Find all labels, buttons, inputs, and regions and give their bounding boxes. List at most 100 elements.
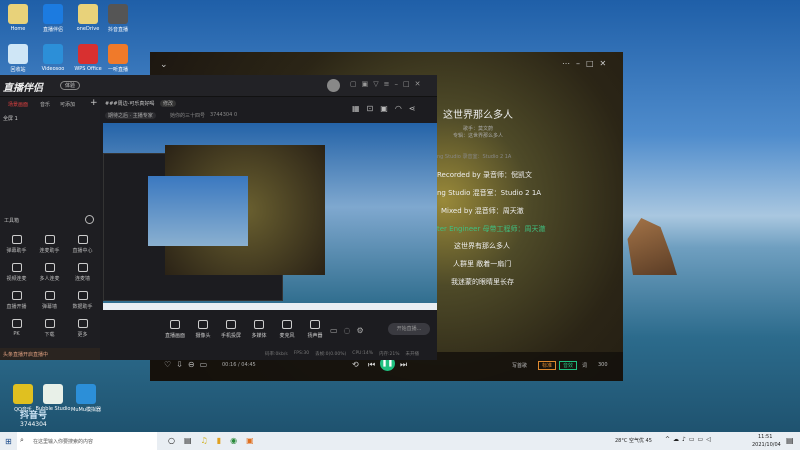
tool-icon — [77, 319, 88, 328]
window-controls[interactable]: ⋯–□✕ — [562, 59, 612, 68]
loop-icon[interactable]: ⟲ — [352, 360, 359, 369]
singer: 歌手：莫文蔚 — [463, 126, 494, 132]
desktop-icon-label: 抖音直播 — [107, 27, 128, 33]
tool-item[interactable]: PK — [0, 319, 33, 337]
next-icon[interactable]: ⏭ — [400, 360, 407, 370]
start-live-button[interactable]: 开始直播... — [388, 323, 430, 335]
tool-item[interactable]: 连麦墙 — [66, 263, 99, 282]
record-settings-icons[interactable]: ▭◌⚙ — [330, 326, 370, 335]
bottom-tool-icon — [226, 320, 236, 329]
tool-item[interactable]: 更多 — [66, 319, 99, 338]
tool-label: 数据助手 — [72, 304, 93, 310]
tool-label: 弹幕助手 — [6, 248, 27, 254]
bottom-tool-label: 直播画面 — [164, 333, 185, 339]
tool-item[interactable]: 下载 — [33, 319, 66, 338]
tool-icon — [44, 291, 55, 300]
tab-add[interactable]: 可添加 — [60, 101, 75, 108]
windows-start-icon[interactable]: ⊞ — [5, 437, 12, 446]
desktop-icon[interactable]: Videosoo — [35, 44, 71, 72]
header-action-icons[interactable]: ▦⊡▣◠⋖ — [352, 104, 423, 113]
bottom-tool[interactable]: 直播画面 — [160, 320, 190, 339]
desktop-icon[interactable]: MuMu模拟器 — [68, 384, 104, 413]
desktop-icon-label: 一听直播 — [107, 67, 128, 73]
lyrics-toggle[interactable]: 词 — [582, 362, 587, 369]
bottom-tool-icon — [170, 320, 180, 329]
bottom-tool[interactable]: 扬声器 — [300, 320, 330, 339]
add-scene-icon[interactable]: + — [90, 98, 98, 108]
app-icon — [43, 4, 63, 24]
tab-scene[interactable]: 场景画面 — [8, 101, 28, 108]
app-icon — [13, 384, 33, 404]
tool-label: PK — [13, 331, 20, 337]
prev-icon[interactable]: ⏮ — [368, 360, 375, 370]
desktop-icon-label: Home — [10, 26, 26, 32]
bottom-tool[interactable]: 多媒体 — [244, 320, 274, 339]
playlist-count[interactable]: 300 — [598, 362, 608, 368]
desktop-icon-label: 回收站 — [10, 67, 26, 73]
tool-item[interactable]: 直播开播 — [0, 291, 33, 310]
tool-item[interactable]: 直播中心 — [66, 235, 99, 254]
nested-preview — [148, 176, 248, 246]
notice-bar[interactable]: 头条直播开启直播中 — [0, 348, 100, 360]
rock-scenery — [627, 218, 677, 275]
clock-date[interactable]: 2021/10/04 — [752, 442, 781, 448]
desktop-icon[interactable]: Home — [0, 4, 36, 32]
bottom-tool[interactable]: 麦克风 — [272, 320, 302, 339]
search-input[interactable]: 在这里输入你要搜索的内容 — [17, 432, 157, 450]
nested-taskbar — [103, 303, 437, 310]
tool-label: 直播开播 — [6, 304, 27, 310]
bottom-tool-label: 麦克风 — [279, 333, 295, 339]
bottom-tool[interactable]: 手机投屏 — [216, 320, 246, 339]
app-icon — [8, 4, 28, 24]
stream-preview — [103, 123, 437, 310]
clock-time[interactable]: 11:51 — [758, 434, 772, 440]
tool-label: 多人连麦 — [39, 276, 60, 282]
pinned-apps[interactable]: ○▤♫▮◉▣ — [168, 436, 263, 445]
desktop-icon[interactable]: 抖音直播 — [100, 4, 136, 33]
desktop-icon[interactable]: 回收站 — [0, 44, 36, 73]
desktop-icon-label: Videosoo — [41, 66, 65, 72]
bottom-tool-label: 多媒体 — [251, 333, 267, 339]
window-controls[interactable]: ▢▣▽≡–□✕ — [350, 80, 425, 88]
status-item: FPS:30 — [293, 351, 310, 356]
desktop-icon[interactable]: 一听直播 — [100, 44, 136, 73]
edit-button[interactable]: 修改 — [160, 100, 177, 107]
search-icon: ⌕ — [20, 436, 24, 444]
app-icon — [43, 384, 63, 404]
desktop-icon-label: WPS Office — [74, 66, 102, 72]
status-item: CPU:14% — [352, 351, 373, 356]
tool-icon — [77, 291, 88, 300]
effect-badge[interactable]: 音效 — [559, 361, 578, 370]
tool-label: 下载 — [44, 332, 55, 338]
more-icon[interactable] — [85, 215, 94, 224]
tool-item[interactable]: 弹幕墙 — [33, 291, 66, 310]
tool-item[interactable]: 连麦助手 — [33, 235, 66, 254]
tray-icons[interactable]: ^☁♪▭▭◁ — [665, 436, 714, 443]
write-song-label[interactable]: 写首歌 — [512, 362, 527, 369]
like-download-icons[interactable]: ♡⇩⊖▭ — [164, 360, 212, 369]
tool-item[interactable]: 数据助手 — [66, 291, 99, 310]
bottom-tool-icon — [310, 320, 320, 329]
collapse-chevron-icon[interactable]: ⌄ — [160, 60, 168, 70]
bottom-tool-icon — [282, 320, 292, 329]
tool-item[interactable]: 弹幕助手 — [0, 235, 33, 254]
desktop-icon[interactable]: 直播伴侣 — [35, 4, 71, 33]
lyric-line: ng Studio 混音室：Studio 2 1A — [437, 189, 542, 197]
scene-item[interactable]: 全屏 1 — [3, 115, 18, 122]
tool-item[interactable]: 多人连麦 — [33, 263, 66, 282]
tab-music[interactable]: 音乐 — [40, 101, 50, 108]
quality-badge[interactable]: 标准 — [538, 361, 557, 370]
lyric-line-active: ter Engineer 母带工程师：周天澈 — [437, 225, 546, 233]
version-badge[interactable]: 体验 — [60, 81, 81, 90]
avatar[interactable] — [327, 79, 340, 92]
tool-icon — [44, 319, 55, 328]
sub-tag[interactable]: 期待之后 · 主播专家 — [105, 112, 156, 119]
notification-icon[interactable]: ▤ — [786, 436, 794, 445]
bottom-tool[interactable]: 摄像头 — [188, 320, 218, 339]
watermark-id: 3744304 — [20, 421, 47, 428]
toolbox-label: 工具箱 — [4, 218, 20, 224]
weather[interactable]: 28°C 空气优 45 — [615, 437, 652, 444]
tool-item[interactable]: 视频连麦 — [0, 263, 33, 282]
app-icon — [108, 44, 128, 64]
tool-icon — [77, 235, 88, 244]
